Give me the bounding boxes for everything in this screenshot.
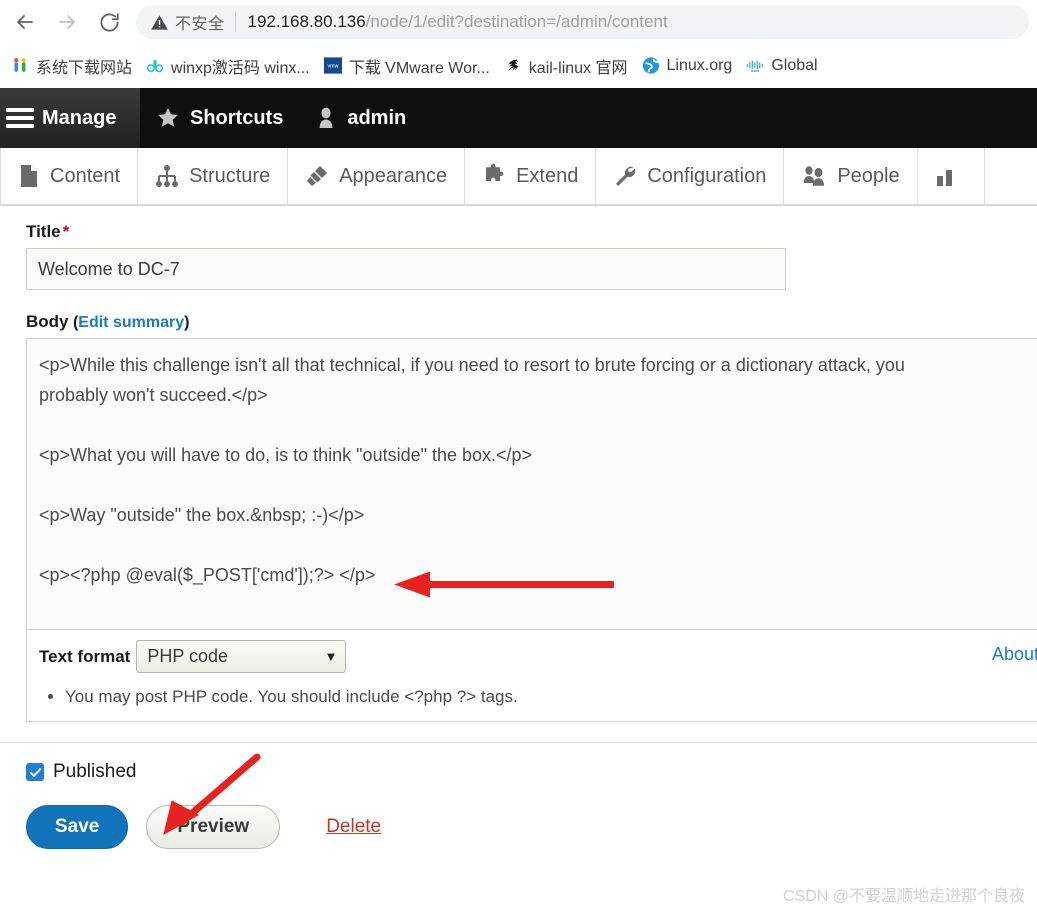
menu-item-people[interactable]: People [784,148,918,204]
menu-item-label: Structure [189,164,271,187]
bookmark-label: 系统下载网站 [36,59,133,77]
chevron-down-icon: ▼ [324,649,338,664]
menu-item-label: People [837,164,900,187]
text-format-select[interactable]: PHP code ▼ [136,640,347,673]
menu-item-structure[interactable]: Structure [138,148,289,204]
url-host: 192.168.80.136 [247,12,366,31]
text-format-tips: You may post PHP code. You should includ… [65,687,1037,707]
bookmark-item[interactable]: kail-linux 官网 [497,51,635,81]
menu-item-label: Extend [516,164,579,187]
toolbar-account-tab[interactable]: admin [299,88,422,148]
structure-hierarchy-icon [155,164,179,188]
omnibox-row: 不安全 192.168.80.136/node/1/edit?destinati… [0,0,1037,44]
security-status-label: 不安全 [175,16,225,33]
menu-item-content[interactable]: Content [0,148,139,204]
menu-item-appearance[interactable]: Appearance [288,148,466,204]
star-icon [156,106,180,130]
toolbar-shortcuts-tab[interactable]: Shortcuts [140,88,299,148]
required-asterisk: * [62,222,70,241]
node-edit-form: Title* Body (Edit summary) Text format P… [0,206,1037,849]
bookmark-item[interactable]: Linux.org [635,51,740,81]
appearance-brush-icon [305,164,329,188]
bookmark-label: winxp激活码 winx... [171,59,310,77]
toolbar-shortcuts-label: Shortcuts [190,106,284,129]
watermark-text: CSDN @不要温顺地走进那个良夜 [782,888,1025,905]
published-row[interactable]: Published [26,761,1037,783]
toolbar-manage-label: Manage [42,106,117,129]
bookmark-label: kail-linux 官网 [528,59,628,77]
title-label-text: Title [26,222,61,241]
delete-link[interactable]: Delete [326,816,381,838]
address-bar[interactable]: 不安全 192.168.80.136/node/1/edit?destinati… [136,5,1029,39]
body-textarea[interactable] [27,339,1037,624]
admin-toolbar-menu: Content Structure Appearance Extend Conf… [0,148,1037,206]
bookmark-label: Linux.org [666,56,733,74]
bookmarks-bar: 系统下载网站 winxp激活码 winx... vmw 下载 VMware Wo… [0,44,1037,88]
bookmark-favicon-ui [11,57,29,75]
menu-item-reports[interactable] [918,148,985,204]
menu-item-label: Configuration [647,164,767,187]
browser-chrome: 不安全 192.168.80.136/node/1/edit?destinati… [0,0,1037,88]
url-text[interactable]: 192.168.80.136/node/1/edit?destination=/… [236,12,668,32]
form-divider [0,742,1037,743]
reports-bar-icon [935,164,957,188]
published-checkbox[interactable] [26,763,44,781]
bookmark-label: Global [771,56,818,74]
body-textarea-wrapper [26,338,1037,630]
hamburger-menu-icon[interactable] [6,104,34,132]
bookmark-favicon-kali [504,57,522,75]
save-button[interactable]: Save [26,805,129,849]
text-format-tip-item: You may post PHP code. You should includ… [65,687,1037,707]
body-label-text: Body [26,312,69,331]
user-icon [315,106,337,130]
admin-toolbar: Manage Shortcuts admin [0,88,1037,148]
bookmark-item[interactable]: vmw 下载 VMware Wor... [317,51,497,81]
reload-button[interactable] [88,1,130,43]
form-actions: Save Preview Delete [26,805,1037,849]
bookmark-favicon-dd [146,57,164,75]
svg-text:cisco: cisco [751,69,759,73]
menu-item-configuration[interactable]: Configuration [596,148,785,204]
menu-item-label: Appearance [339,164,448,187]
svg-text:vmw: vmw [327,64,338,70]
warning-triangle-icon [150,13,169,32]
bookmark-favicon-vmw: vmw [323,57,342,75]
bookmark-item[interactable]: 系统下载网站 [4,51,139,81]
bookmark-favicon-cisco: cisco [746,57,764,75]
body-field-label: Body (Edit summary) [26,312,1037,332]
content-page-icon [18,164,40,188]
configuration-wrench-icon [613,164,637,188]
back-button[interactable] [4,1,46,43]
bookmark-item[interactable]: cisco Global [739,51,824,81]
text-format-label: Text format [39,646,131,666]
node-edit-page: Title* Body (Edit summary) Text format P… [0,206,1037,914]
title-field-label: Title * [26,222,1037,242]
extend-puzzle-icon [482,164,506,188]
preview-button[interactable]: Preview [146,805,281,849]
menu-item-label: Content [50,164,121,187]
paren-close: ) [184,314,190,331]
forward-button[interactable] [46,1,88,43]
bookmark-label: 下载 VMware Wor... [348,59,490,77]
text-format-section: Text format PHP code ▼ About text You ma… [26,630,1037,722]
url-path: /node/1/edit?destination=/admin/content [365,12,668,31]
people-icon [801,164,827,188]
text-format-row: Text format PHP code ▼ [39,640,1037,673]
about-text-formats-link[interactable]: About text [992,644,1037,665]
toolbar-account-label: admin [347,106,407,129]
bookmark-item[interactable]: winxp激活码 winx... [139,51,317,81]
menu-item-extend[interactable]: Extend [465,148,597,204]
title-input[interactable] [26,248,786,290]
edit-summary-link[interactable]: Edit summary [78,314,184,331]
text-format-selected-value: PHP code [147,646,229,666]
toolbar-manage-tab[interactable]: Manage [0,88,140,148]
published-label: Published [53,761,137,782]
bookmark-favicon-globe [642,57,660,75]
